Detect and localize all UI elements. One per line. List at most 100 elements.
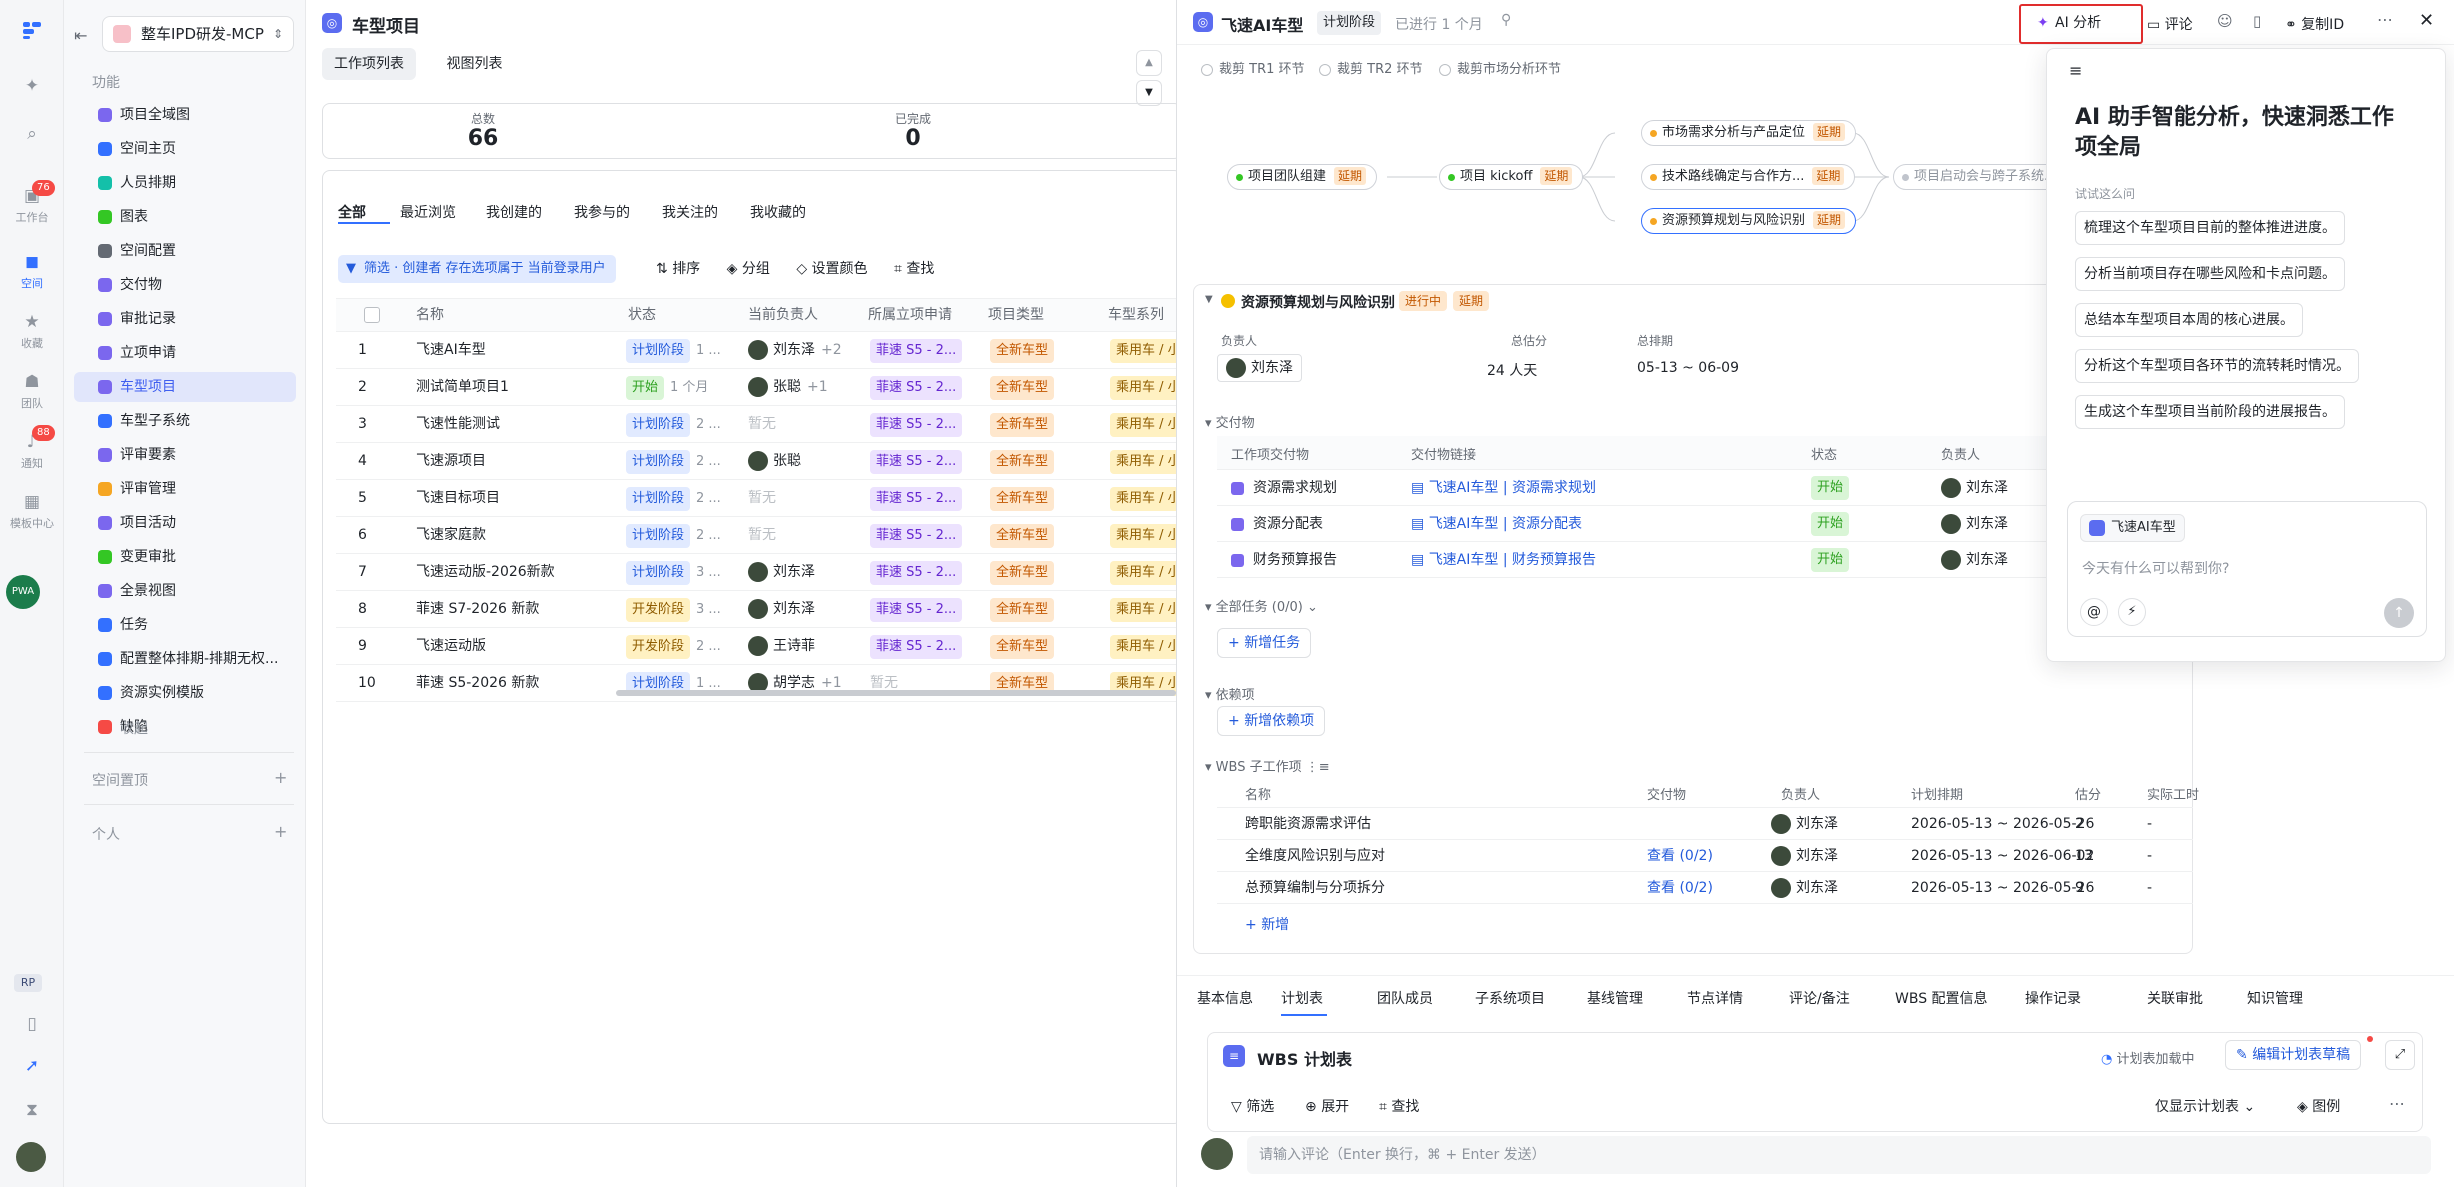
bookmark-icon[interactable]: ▯	[2253, 12, 2261, 30]
detail-tab[interactable]: 操作记录	[2025, 988, 2081, 1008]
sidebar-item[interactable]: 图表	[74, 202, 296, 232]
row-series[interactable]: 乘用车 / 小	[1110, 369, 1176, 406]
select-all-checkbox[interactable]	[364, 307, 380, 323]
sidebar-item[interactable]: 资源实例模版	[74, 678, 296, 708]
wbs-name[interactable]: 总预算编制与分项拆分	[1245, 872, 1385, 904]
sidebar-item[interactable]: 项目全域图	[74, 100, 296, 130]
row-name[interactable]: 菲速 S5-2026 新款	[416, 665, 616, 702]
sidebar-item[interactable]: 配置整体排期-排期无权...	[74, 644, 296, 674]
filter-tab[interactable]: 最近浏览	[400, 202, 456, 222]
row-status[interactable]: 开始 1 个月	[626, 369, 740, 406]
ai-suggestion[interactable]: 分析这个车型项目各环节的流转耗时情况。	[2075, 349, 2359, 383]
row-name[interactable]: 飞速目标项目	[416, 480, 616, 517]
row-owner[interactable]: 暂无	[748, 480, 864, 517]
plan-filter-button[interactable]: ▽ 筛选	[1231, 1096, 1274, 1116]
row-owner[interactable]: 张聪 +1	[748, 369, 864, 406]
members-icon[interactable]: ☺	[2217, 12, 2233, 30]
wbs-section[interactable]: ▾ WBS 子工作项 ⋮≡	[1205, 756, 1330, 775]
row-name[interactable]: 飞速运动版	[416, 628, 616, 665]
row-type[interactable]: 全新车型	[990, 332, 1106, 369]
add-pinned-icon[interactable]: +	[274, 768, 287, 787]
hourglass-icon[interactable]: ⧗	[0, 1100, 64, 1123]
detail-tab[interactable]: 子系统项目	[1475, 988, 1545, 1008]
col-apply[interactable]: 所属立项申请	[868, 298, 952, 332]
table-row[interactable]: 2 测试简单项目1 开始 1 个月 张聪 +1 菲速 S5 - 2... 全新车型 乘用车 / …	[336, 369, 1176, 406]
detail-tab[interactable]: 评论/备注	[1789, 988, 1850, 1008]
detail-tab[interactable]: 知识管理	[2247, 988, 2303, 1008]
table-row[interactable]: 5 飞速目标项目 计划阶段 2 ... 暂无 菲速 S5 - 2... 全新车型 乘用车 / …	[336, 480, 1176, 517]
ai-input-box[interactable]: 飞速AI车型 今天有什么可以帮到你? @ ⚡ ↑	[2067, 501, 2427, 637]
sparkle-icon[interactable]: ✦	[0, 76, 64, 99]
checkpoint-market[interactable]: 裁剪市场分析环节	[1439, 58, 1561, 77]
pin-icon[interactable]: ⚲	[1501, 12, 1511, 28]
wbs-deliverable[interactable]: 查看 (0/2)	[1647, 872, 1713, 904]
row-type[interactable]: 全新车型	[990, 443, 1106, 480]
row-status[interactable]: 计划阶段 2 ...	[626, 443, 740, 480]
history-icon[interactable]: ≡	[2069, 61, 2082, 80]
table-row[interactable]: 6 飞速家庭款 计划阶段 2 ... 暂无 菲速 S5 - 2... 全新车型 乘用车 / 小	[336, 517, 1176, 554]
table-row[interactable]: 4 飞速源项目 计划阶段 2 ... 张聪 菲速 S5 - 2... 全新车型 乘用车 / 小	[336, 443, 1176, 480]
plan-expand-button[interactable]: ⊕ 展开	[1305, 1096, 1349, 1116]
rail-favorites[interactable]: ★ 收藏	[0, 312, 64, 351]
row-status[interactable]: 计划阶段 1 ...	[626, 665, 740, 702]
deliverable-link[interactable]: ▤ 飞速AI车型 | 资源需求规划	[1411, 470, 1596, 506]
wbs-owner[interactable]: 刘东泽	[1771, 808, 1838, 834]
row-owner[interactable]: 暂无	[748, 517, 864, 554]
row-status[interactable]: 计划阶段 1 ...	[626, 332, 740, 369]
sidebar-item[interactable]: 车型项目	[74, 372, 296, 402]
flow-node[interactable]: 项目启动会与跨子系统...	[1893, 164, 2068, 190]
rp-badge[interactable]: RP	[14, 974, 42, 992]
wbs-row[interactable]: 全维度风险识别与应对 查看 (0/2) 刘东泽 2026-05-13 ~ 2026-0…	[1217, 840, 2193, 872]
more-icon[interactable]: ⋯	[2389, 1094, 2405, 1113]
horizontal-scrollbar[interactable]	[616, 690, 1176, 696]
sidebar-item[interactable]: 评审要素	[74, 440, 296, 470]
row-type[interactable]: 全新车型	[990, 591, 1106, 628]
add-personal-icon[interactable]: +	[274, 822, 287, 841]
wbs-owner[interactable]: 刘东泽	[1771, 872, 1838, 898]
sidebar-item[interactable]: 缺陷	[74, 712, 296, 742]
schedule-value[interactable]: 05-13 ~ 06-09	[1637, 360, 1739, 376]
row-type[interactable]: 全新车型	[990, 628, 1106, 665]
wbs-plan[interactable]: 2026-05-13 ~ 2026-05-26	[1911, 808, 2094, 840]
wbs-deliverable[interactable]: 查看 (0/2)	[1647, 840, 1713, 872]
filter-tab[interactable]: 我参与的	[574, 202, 630, 222]
row-series[interactable]: 乘用车 / 小	[1110, 443, 1176, 480]
detail-tab[interactable]: 团队成员	[1377, 988, 1433, 1008]
col-series[interactable]: 车型系列	[1108, 298, 1164, 332]
sidebar-item[interactable]: 空间主页	[74, 134, 296, 164]
table-row[interactable]: 1 飞速AI车型 计划阶段 1 ... 刘东泽 +2 菲速 S5 - 2... 全新车型 乘用车…	[336, 332, 1176, 369]
detail-tab[interactable]: 关联审批	[2147, 988, 2203, 1008]
caret-down-icon[interactable]: ▼	[1205, 294, 1213, 305]
row-status[interactable]: 开发阶段 3 ...	[626, 591, 740, 628]
row-name[interactable]: 飞速家庭款	[416, 517, 616, 554]
filter-tab[interactable]: 我创建的	[486, 202, 542, 222]
scroll-up-button[interactable]: ▲	[1136, 50, 1162, 76]
add-dep-button[interactable]: + 新增依赖项	[1217, 706, 1326, 736]
wbs-name[interactable]: 跨职能资源需求评估	[1245, 808, 1371, 840]
row-apply[interactable]: 菲速 S5 - 2...	[870, 406, 986, 443]
wbs-row[interactable]: 总预算编制与分项拆分 查看 (0/2) 刘东泽 2026-05-13 ~ 2026-0…	[1217, 872, 2193, 904]
more-icon[interactable]: ⋯	[2377, 10, 2393, 29]
row-type[interactable]: 全新车型	[990, 369, 1106, 406]
row-apply[interactable]: 菲速 S5 - 2...	[870, 517, 986, 554]
tab-view-list[interactable]: 视图列表	[434, 48, 514, 80]
sidebar-item[interactable]: 车型子系统	[74, 406, 296, 436]
color-button[interactable]: ◇ 设置颜色	[796, 261, 867, 277]
profile-avatar[interactable]	[16, 1142, 46, 1172]
sidebar-item[interactable]: 项目活动	[74, 508, 296, 538]
row-status[interactable]: 开发阶段 2 ...	[626, 628, 740, 665]
find-button[interactable]: ⌗ 查找	[894, 261, 934, 277]
rail-notify[interactable]: ♪ 通知	[0, 432, 64, 471]
edit-plan-button[interactable]: ✎ 编辑计划表草稿	[2225, 1040, 2362, 1070]
row-name[interactable]: 菲速 S7-2026 新款	[416, 591, 616, 628]
row-series[interactable]: 乘用车 / 小	[1110, 628, 1176, 665]
wbs-owner[interactable]: 刘东泽	[1771, 840, 1838, 866]
detail-tab[interactable]: 基线管理	[1587, 988, 1643, 1008]
row-owner[interactable]: 胡学志 +1	[748, 665, 864, 702]
flow-node[interactable]: 资源预算规划与风险识别 延期	[1641, 208, 1857, 234]
tab-item-list[interactable]: 工作项列表	[322, 48, 416, 80]
row-apply[interactable]: 菲速 S5 - 2...	[870, 369, 986, 406]
deliverable-owner[interactable]: 刘东泽	[1941, 470, 2008, 506]
sort-button[interactable]: ⇅ 排序	[656, 261, 700, 277]
row-owner[interactable]: 暂无	[748, 406, 864, 443]
